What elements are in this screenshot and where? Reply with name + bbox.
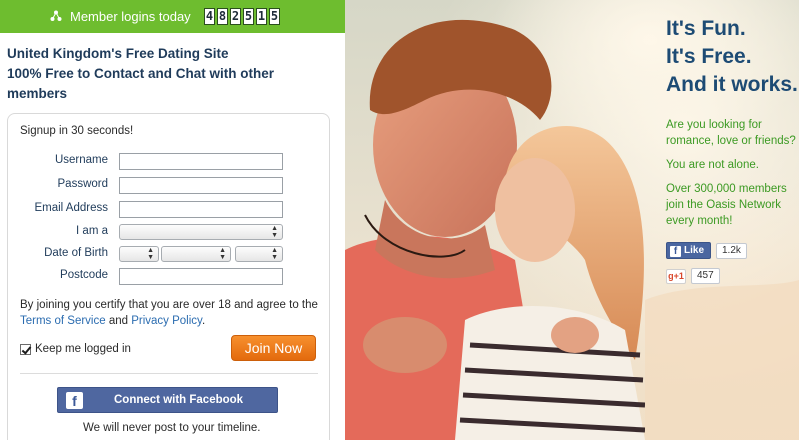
like-count: 1.2k [716,242,747,259]
username-label: Username [54,154,108,166]
keep-logged-in-label: Keep me logged in [35,343,131,355]
dob-year-select[interactable]: ▲ ▼ [235,246,283,262]
select-arrows-icon: ▲ ▼ [271,225,278,239]
select-arrows-icon: ▲ ▼ [271,247,278,261]
email-label: Email Address [34,202,108,214]
google-plus-widget[interactable]: g+1 457 [666,268,720,284]
tagline-works: And it works. [666,73,798,96]
hero-panel: It's Fun. It's Free. And it works. Are y… [345,0,799,440]
password-label: Password [57,178,109,190]
logins-counter: 4 8 2 5 1 5 [204,8,280,25]
counter-digit: 5 [269,8,280,25]
signup-note: Signup in 30 seconds! [20,125,134,137]
form-divider [20,373,318,374]
dob-day-select[interactable]: ▲ ▼ [119,246,159,262]
blurb-not-alone: You are not alone. [666,159,759,171]
password-field[interactable] [119,177,283,194]
google-plus-button[interactable]: g+1 [666,268,686,284]
terms-period: . [201,315,206,327]
headline-line-1: United Kingdom's Free Dating Site [7,46,229,61]
tagline-fun: It's Fun. [666,17,746,40]
terms-text: By joining you certify that you are over… [20,299,318,311]
gender-label: I am a [76,225,108,237]
terms-of-service-link[interactable]: Terms of Service [20,315,106,327]
terms-notice: By joining you certify that you are over… [20,297,325,329]
site-headline: United Kingdom's Free Dating Site 100% F… [7,44,337,104]
select-arrows-icon: ▲ ▼ [219,247,226,261]
blurb-looking: Are you looking for romance, love or fri… [666,119,796,147]
counter-digit: 8 [217,8,228,25]
facebook-like-icon: f [670,246,681,257]
like-label: Like [684,245,705,256]
keep-logged-in-option[interactable]: Keep me logged in [20,343,131,355]
tagline-free: It's Free. [666,45,752,68]
dob-month-select[interactable]: ▲ ▼ [161,246,231,262]
member-logins-bar: Member logins today 4 8 2 5 1 5 [0,0,345,33]
facebook-icon: f [66,392,83,409]
connect-facebook-label: Connect with Facebook [114,394,244,406]
keep-logged-in-checkbox[interactable] [20,343,31,355]
terms-and-text: and [105,315,132,327]
dob-label: Date of Birth [44,247,108,259]
join-now-button[interactable]: Join Now [231,335,316,361]
signup-panel: Member logins today 4 8 2 5 1 5 United K… [0,0,345,440]
member-logins-label: Member logins today [70,9,191,24]
headline-line-2: 100% Free to Contact and Chat with other… [7,66,275,101]
gender-select[interactable]: ▲ ▼ [119,224,283,240]
privacy-policy-link[interactable]: Privacy Policy [131,315,202,327]
email-field[interactable] [119,201,283,218]
counter-digit: 4 [204,8,215,25]
blurb-members: Over 300,000 members join the Oasis Netw… [666,183,787,227]
username-field[interactable] [119,153,283,170]
facebook-like-button[interactable]: f Like [666,242,711,259]
select-arrows-icon: ▲ ▼ [147,247,154,261]
facebook-like-widget[interactable]: f Like 1.2k [666,242,747,259]
never-post-note: We will never post to your timeline. [83,422,261,434]
gplus-count: 457 [691,268,720,284]
postcode-label: Postcode [60,269,108,281]
counter-digit: 5 [243,8,254,25]
counter-digit: 2 [230,8,241,25]
counter-digit: 1 [256,8,267,25]
signup-form: Signup in 30 seconds! Username Password … [7,113,330,440]
network-icon [50,10,62,21]
connect-facebook-button[interactable]: f Connect with Facebook [57,387,278,413]
postcode-field[interactable] [119,268,283,285]
